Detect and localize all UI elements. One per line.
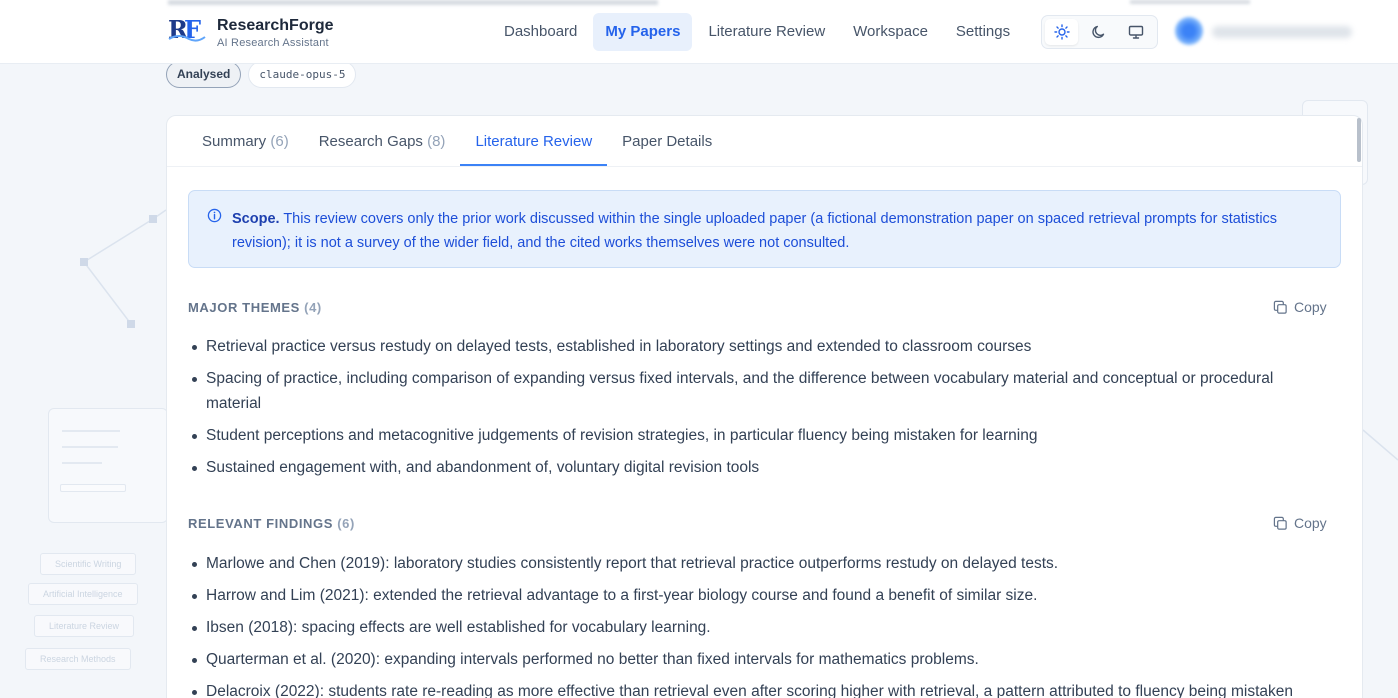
nav-my-papers[interactable]: My Papers [593, 13, 693, 51]
analysis-tabs: Summary (6) Research Gaps (8) Literature… [187, 116, 727, 166]
bg-tag: Literature Review [34, 615, 135, 637]
scope-text: Scope. This review covers only the prior… [232, 207, 1327, 255]
system-theme-button[interactable] [1119, 19, 1152, 45]
scrollbar-thumb[interactable] [1357, 118, 1361, 162]
tab-summary-label: Summary [202, 133, 267, 150]
tab-paper-details-label: Paper Details [622, 133, 713, 150]
list-item: Ibsen (2018): spacing effects are well e… [188, 615, 1328, 640]
status-badge: Analysed [166, 61, 242, 88]
brand-name[interactable]: ResearchForge [217, 17, 334, 35]
copy-label: Copy [1294, 515, 1327, 531]
major-themes-title: MAJOR THEMES [188, 300, 300, 315]
model-badge: claude-opus-5 [248, 61, 357, 88]
tabs-divider [167, 166, 1362, 167]
copy-icon [1273, 300, 1287, 314]
list-item: Spacing of practice, including compariso… [188, 366, 1328, 416]
blurred-title-strip [1130, 0, 1250, 4]
scope-body: This review covers only the prior work d… [232, 211, 1278, 251]
main-nav: Dashboard My Papers Literature Review Wo… [492, 13, 1022, 51]
list-item: Marlowe and Chen (2019): laboratory stud… [188, 551, 1328, 576]
major-themes-count: (4) [304, 300, 322, 315]
bg-tag: Research Methods [25, 648, 131, 670]
scope-lead: Scope. [232, 211, 280, 227]
list-item: Retrieval practice versus restudy on del… [188, 334, 1328, 359]
sun-icon [1053, 24, 1070, 40]
copy-icon [1273, 516, 1287, 530]
list-item: Student perceptions and metacognitive ju… [188, 423, 1328, 448]
major-themes-list: Retrieval practice versus restudy on del… [188, 334, 1328, 487]
bg-tag: Scientific Writing [40, 553, 137, 575]
copy-relevant-findings-button[interactable]: Copy [1273, 515, 1327, 531]
theme-toggle [1041, 15, 1158, 49]
list-item: Sustained engagement with, and abandonme… [188, 455, 1328, 480]
paper-analysis-card: Summary (6) Research Gaps (8) Literature… [166, 115, 1363, 698]
relevant-findings-heading: RELEVANT FINDINGS (6) [188, 516, 355, 531]
avatar[interactable] [1175, 17, 1203, 45]
monitor-icon [1128, 25, 1143, 39]
list-item: Delacroix (2022): students rate re-readi… [188, 679, 1328, 698]
nav-workspace[interactable]: Workspace [841, 13, 940, 51]
user-name-blurred[interactable] [1212, 26, 1352, 38]
tab-research-gaps-label: Research Gaps [318, 133, 423, 150]
info-icon [207, 208, 222, 223]
tab-summary-count: (6) [270, 133, 289, 150]
tab-research-gaps[interactable]: Research Gaps (8) [304, 116, 461, 166]
bg-document-card [48, 408, 168, 523]
blurred-title-strip [168, 0, 658, 5]
tab-paper-details[interactable]: Paper Details [607, 116, 727, 166]
brand-subtitle: AI Research Assistant [217, 37, 329, 49]
copy-label: Copy [1294, 299, 1327, 315]
dark-theme-button[interactable] [1082, 19, 1115, 45]
app-header: R F ResearchForge AI Research Assistant … [0, 0, 1398, 64]
moon-icon [1091, 25, 1104, 39]
tab-research-gaps-count: (8) [427, 133, 446, 150]
tab-literature-review[interactable]: Literature Review [460, 116, 608, 166]
tab-summary[interactable]: Summary (6) [187, 116, 304, 166]
nav-settings[interactable]: Settings [944, 13, 1022, 51]
scope-notice: Scope. This review covers only the prior… [188, 190, 1341, 268]
researchforge-logo-icon[interactable]: R F [167, 15, 207, 45]
light-theme-button[interactable] [1045, 19, 1078, 45]
relevant-findings-title: RELEVANT FINDINGS [188, 516, 334, 531]
tab-literature-review-label: Literature Review [475, 133, 593, 150]
major-themes-heading: MAJOR THEMES (4) [188, 300, 322, 315]
relevant-findings-count: (6) [337, 516, 355, 531]
nav-dashboard[interactable]: Dashboard [492, 13, 589, 51]
paper-badges: Analysed claude-opus-5 [166, 61, 357, 88]
relevant-findings-list: Marlowe and Chen (2019): laboratory stud… [188, 551, 1328, 698]
copy-major-themes-button[interactable]: Copy [1273, 299, 1327, 315]
list-item: Harrow and Lim (2021): extended the retr… [188, 583, 1328, 608]
nav-literature-review[interactable]: Literature Review [696, 13, 837, 51]
bg-tag: Artificial Intelligence [28, 583, 138, 605]
list-item: Quarterman et al. (2020): expanding inte… [188, 647, 1328, 672]
